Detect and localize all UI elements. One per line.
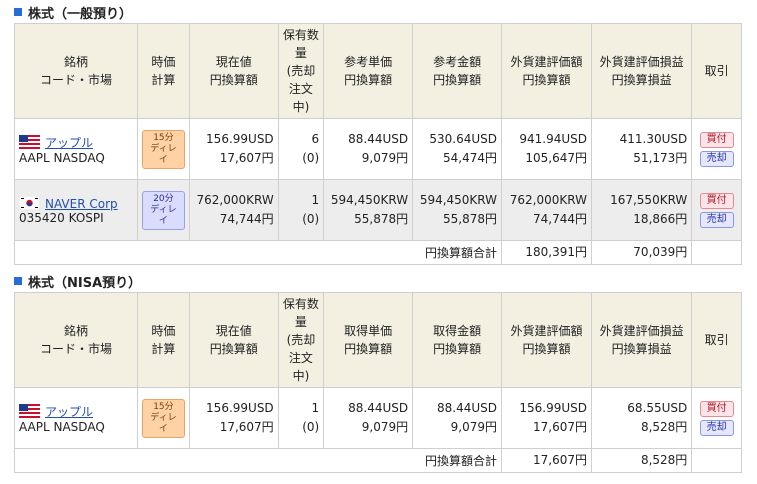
section-title-nisa: 株式（NISA預り） <box>14 271 141 291</box>
timing-cell: 15分 ディレイ <box>137 387 190 449</box>
table-header-row: 銘柄 コード・市場 時価 計算 現在値 円換算額 保有数量 (売却 注文 中) 参考単価 円換… <box>13 23 742 119</box>
buy-button[interactable]: 買付 <box>699 192 734 209</box>
buy-button[interactable]: 買付 <box>699 400 734 417</box>
col-header-fx-eval: 外貨建評価額 円換算額 <box>501 23 592 119</box>
total-pl: 70,039円 <box>590 240 693 265</box>
total-empty-cell <box>691 448 742 473</box>
kr-flag-icon <box>19 195 40 210</box>
total-label: 円換算額合計 <box>13 448 503 473</box>
fx-pl-cell: 68.55USD 8,528円 <box>590 387 693 449</box>
col-header-price: 現在値 円換算額 <box>188 292 279 388</box>
col-header-qty: 保有数量 (売却 注文 中) <box>277 23 325 119</box>
price-cell: 762,000KRW 74,744円 <box>188 179 279 241</box>
col-header-trade: 取引 <box>691 292 742 388</box>
total-pl: 8,528円 <box>590 448 693 473</box>
col-header-qty: 保有数量 (売却 注文 中) <box>277 292 325 388</box>
sell-button[interactable]: 売却 <box>699 211 734 228</box>
sell-button[interactable]: 売却 <box>699 419 734 436</box>
trade-cell: 買付 売却 <box>691 118 742 180</box>
delay-badge: 20分 ディレイ <box>142 190 185 230</box>
col-header-timing: 時価 計算 <box>137 23 190 119</box>
total-row: 円換算額合計 180,391円 70,039円 <box>13 240 742 265</box>
buy-button[interactable]: 買付 <box>699 131 734 148</box>
amount-cell: 88.44USD 9,079円 <box>412 387 503 449</box>
col-header-amount: 取得金額 円換算額 <box>412 292 503 388</box>
code-market: AAPL NASDAQ <box>19 419 105 434</box>
stock-link-apple[interactable]: アップル <box>45 405 93 419</box>
amount-cell: 530.64USD 54,474円 <box>412 118 503 180</box>
col-header-fx-eval: 外貨建評価額 円換算額 <box>501 292 592 388</box>
stock-name-cell: アップル AAPL NASDAQ <box>13 118 139 180</box>
square-bullet-icon <box>14 277 22 285</box>
fx-eval-cell: 156.99USD 17,607円 <box>501 387 592 449</box>
section-title-text: 株式（一般預り） <box>28 6 133 22</box>
delay-badge: 15分 ディレイ <box>142 129 185 169</box>
timing-cell: 20分 ディレイ <box>137 179 190 241</box>
section-title-general: 株式（一般預り） <box>14 2 132 22</box>
holdings-table-general: 銘柄 コード・市場 時価 計算 現在値 円換算額 保有数量 (売却 注文 中) 参考単価 円換… <box>13 23 742 265</box>
sell-button[interactable]: 売却 <box>699 150 734 167</box>
unit-cell: 594,450KRW 55,878円 <box>323 179 414 241</box>
qty-cell: 1 (0) <box>277 179 325 241</box>
stock-name-cell: アップル AAPL NASDAQ <box>13 387 139 449</box>
table-row: アップル AAPL NASDAQ 15分 ディレイ 156.99USD 17,607… <box>13 387 742 449</box>
fx-pl-cell: 411.30USD 51,173円 <box>590 118 693 180</box>
price-cell: 156.99USD 17,607円 <box>188 387 279 449</box>
fx-pl-cell: 167,550KRW 18,866円 <box>590 179 693 241</box>
col-header-fx-pl: 外貨建評価損益 円換算損益 <box>590 292 693 388</box>
section-title-text: 株式（NISA預り） <box>28 275 142 291</box>
col-header-timing: 時価 計算 <box>137 292 190 388</box>
code-market: 035420 KOSPI <box>19 210 104 225</box>
delay-badge: 15分 ディレイ <box>142 398 185 438</box>
code-market: AAPL NASDAQ <box>19 150 105 165</box>
us-flag-icon <box>19 134 40 149</box>
col-header-unit: 取得単価 円換算額 <box>323 292 414 388</box>
us-flag-icon <box>19 403 40 418</box>
table-row: アップル AAPL NASDAQ 15分 ディレイ 156.99USD 17,607… <box>13 118 742 180</box>
total-empty-cell <box>691 240 742 265</box>
stock-link-naver[interactable]: NAVER Corp <box>45 197 118 211</box>
col-header-unit: 参考単価 円換算額 <box>323 23 414 119</box>
col-header-price: 現在値 円換算額 <box>188 23 279 119</box>
table-header-row: 銘柄 コード・市場 時価 計算 現在値 円換算額 保有数量 (売却 注文 中) 取得単価 円換… <box>13 292 742 388</box>
col-header-name: 銘柄 コード・市場 <box>13 292 139 388</box>
col-header-fx-pl: 外貨建評価損益 円換算損益 <box>590 23 693 119</box>
stock-link-apple[interactable]: アップル <box>45 136 93 150</box>
holdings-table-nisa: 銘柄 コード・市場 時価 計算 現在値 円換算額 保有数量 (売却 注文 中) 取得単価 円換… <box>13 292 742 473</box>
price-cell: 156.99USD 17,607円 <box>188 118 279 180</box>
col-header-amount: 参考金額 円換算額 <box>412 23 503 119</box>
fx-eval-cell: 941.94USD 105,647円 <box>501 118 592 180</box>
stock-name-cell: NAVER Corp 035420 KOSPI <box>13 179 139 241</box>
square-bullet-icon <box>14 8 22 16</box>
timing-cell: 15分 ディレイ <box>137 118 190 180</box>
total-eval: 180,391円 <box>501 240 592 265</box>
trade-cell: 買付 売却 <box>691 387 742 449</box>
unit-cell: 88.44USD 9,079円 <box>323 387 414 449</box>
qty-cell: 6 (0) <box>277 118 325 180</box>
total-eval: 17,607円 <box>501 448 592 473</box>
trade-cell: 買付 売却 <box>691 179 742 241</box>
fx-eval-cell: 762,000KRW 74,744円 <box>501 179 592 241</box>
col-header-trade: 取引 <box>691 23 742 119</box>
total-row: 円換算額合計 17,607円 8,528円 <box>13 448 742 473</box>
table-row: NAVER Corp 035420 KOSPI 20分 ディレイ 762,000K… <box>13 179 742 241</box>
amount-cell: 594,450KRW 55,878円 <box>412 179 503 241</box>
qty-cell: 1 (0) <box>277 387 325 449</box>
unit-cell: 88.44USD 9,079円 <box>323 118 414 180</box>
col-header-name: 銘柄 コード・市場 <box>13 23 139 119</box>
total-label: 円換算額合計 <box>13 240 503 265</box>
